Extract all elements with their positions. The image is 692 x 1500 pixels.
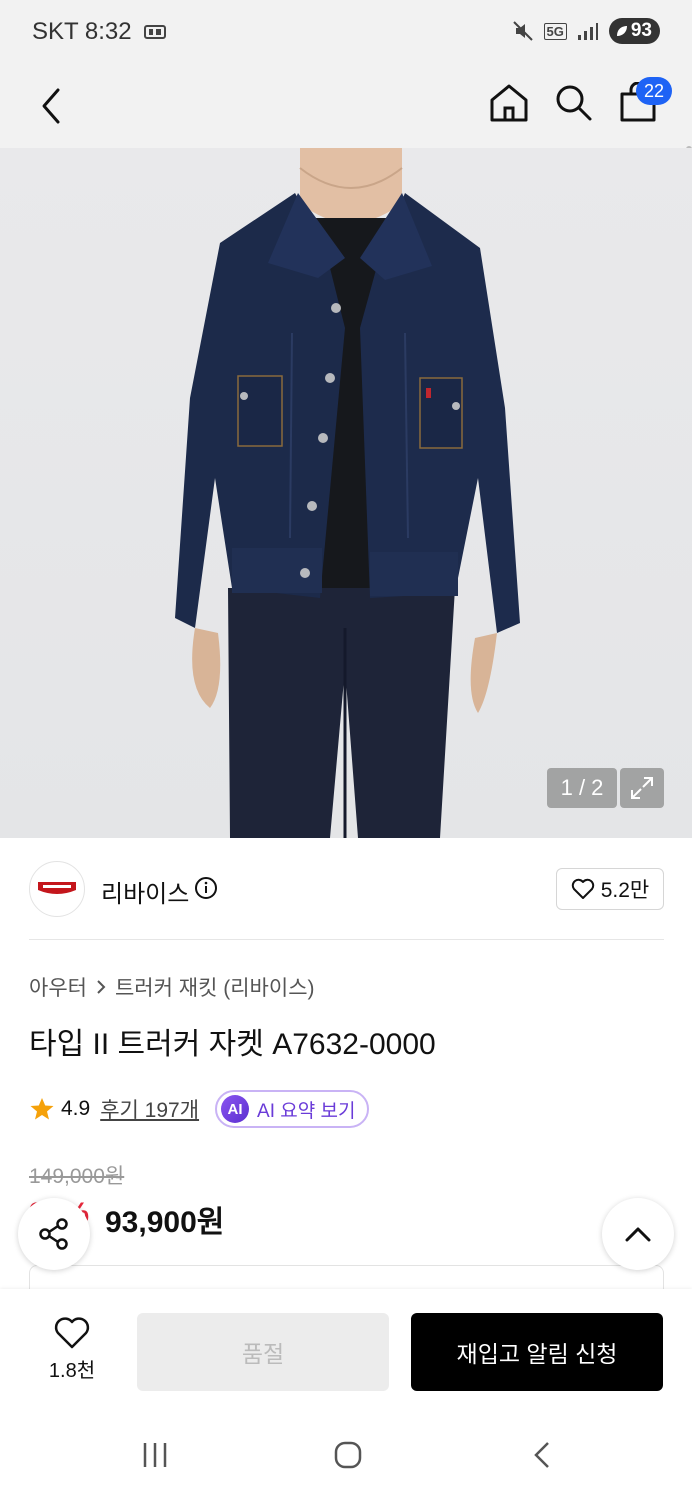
battery-indicator: 93 [608, 18, 660, 44]
star-icon [30, 1098, 54, 1120]
ai-summary-label: AI 요약 보기 [257, 1100, 356, 1122]
battery-level: 93 [630, 20, 652, 41]
nfc-icon [143, 25, 166, 39]
product-image[interactable] [0, 148, 692, 838]
signal-icon [577, 23, 598, 40]
divider [29, 939, 664, 940]
image-page-counter: 1 / 2 [547, 768, 617, 808]
recent-apps-icon[interactable] [140, 1440, 170, 1470]
carrier-time: SKT 8:32 [32, 18, 132, 45]
breadcrumb-category[interactable]: 아우터 [29, 972, 87, 1002]
brand-name[interactable]: 리바이스 [101, 874, 189, 909]
rating-value: 4.9 [61, 1097, 91, 1120]
scroll-top-button[interactable] [602, 1198, 674, 1270]
top-nav: 22 [0, 66, 692, 216]
breadcrumb-subcategory[interactable]: 트러커 재킷 (리바이스) [115, 972, 315, 1002]
share-button[interactable] [18, 1198, 90, 1270]
brand-logo[interactable] [29, 861, 85, 917]
share-icon [39, 1218, 68, 1250]
heart-icon [571, 878, 594, 899]
chevron-up-icon [625, 1227, 651, 1242]
jacket-photo [175, 148, 520, 838]
ai-summary-button[interactable]: AI AI 요약 보기 [215, 1090, 370, 1128]
expand-image-button[interactable] [620, 768, 664, 808]
status-bar: SKT 8:32 5G 93 [0, 0, 692, 66]
status-right: 5G 93 [512, 18, 660, 44]
home-nav-icon[interactable] [333, 1440, 363, 1470]
brand-like-button[interactable]: 5.2만 [556, 868, 664, 910]
chevron-right-icon [97, 980, 106, 994]
ai-badge-icon: AI [221, 1095, 250, 1123]
bag-count-badge: 22 [636, 77, 672, 105]
rating-row: 4.9 후기 197개 AI AI 요약 보기 [29, 1090, 370, 1128]
product-title: 타입 II 트러커 자켓 A7632-0000 [29, 1028, 436, 1061]
mute-icon [512, 21, 533, 41]
restock-alert-button[interactable]: 재입고 알림 신청 [411, 1313, 663, 1391]
wishlist-button[interactable]: 1.8천 [34, 1316, 110, 1386]
home-icon[interactable] [488, 82, 530, 124]
status-left: SKT 8:32 [32, 18, 166, 46]
sale-price: 93,900원 [105, 1206, 225, 1239]
levis-logo-icon [38, 882, 76, 894]
leaf-icon [616, 26, 627, 36]
brand-like-count: 5.2만 [600, 879, 650, 902]
wishlist-count: 1.8천 [48, 1360, 96, 1382]
search-icon[interactable] [553, 82, 593, 122]
info-icon[interactable] [194, 876, 218, 900]
review-count-link[interactable]: 후기 197개 [100, 1094, 199, 1124]
back-nav-icon[interactable] [530, 1440, 556, 1470]
original-price: 149,000원 [29, 1165, 125, 1188]
heart-icon [54, 1317, 90, 1349]
expand-icon [631, 777, 653, 799]
network-label: 5G [543, 22, 567, 40]
back-arrow-icon[interactable] [32, 84, 72, 128]
breadcrumb: 아우터 트러커 재킷 (리바이스) [29, 972, 315, 1002]
soldout-button: 품절 [137, 1313, 389, 1391]
